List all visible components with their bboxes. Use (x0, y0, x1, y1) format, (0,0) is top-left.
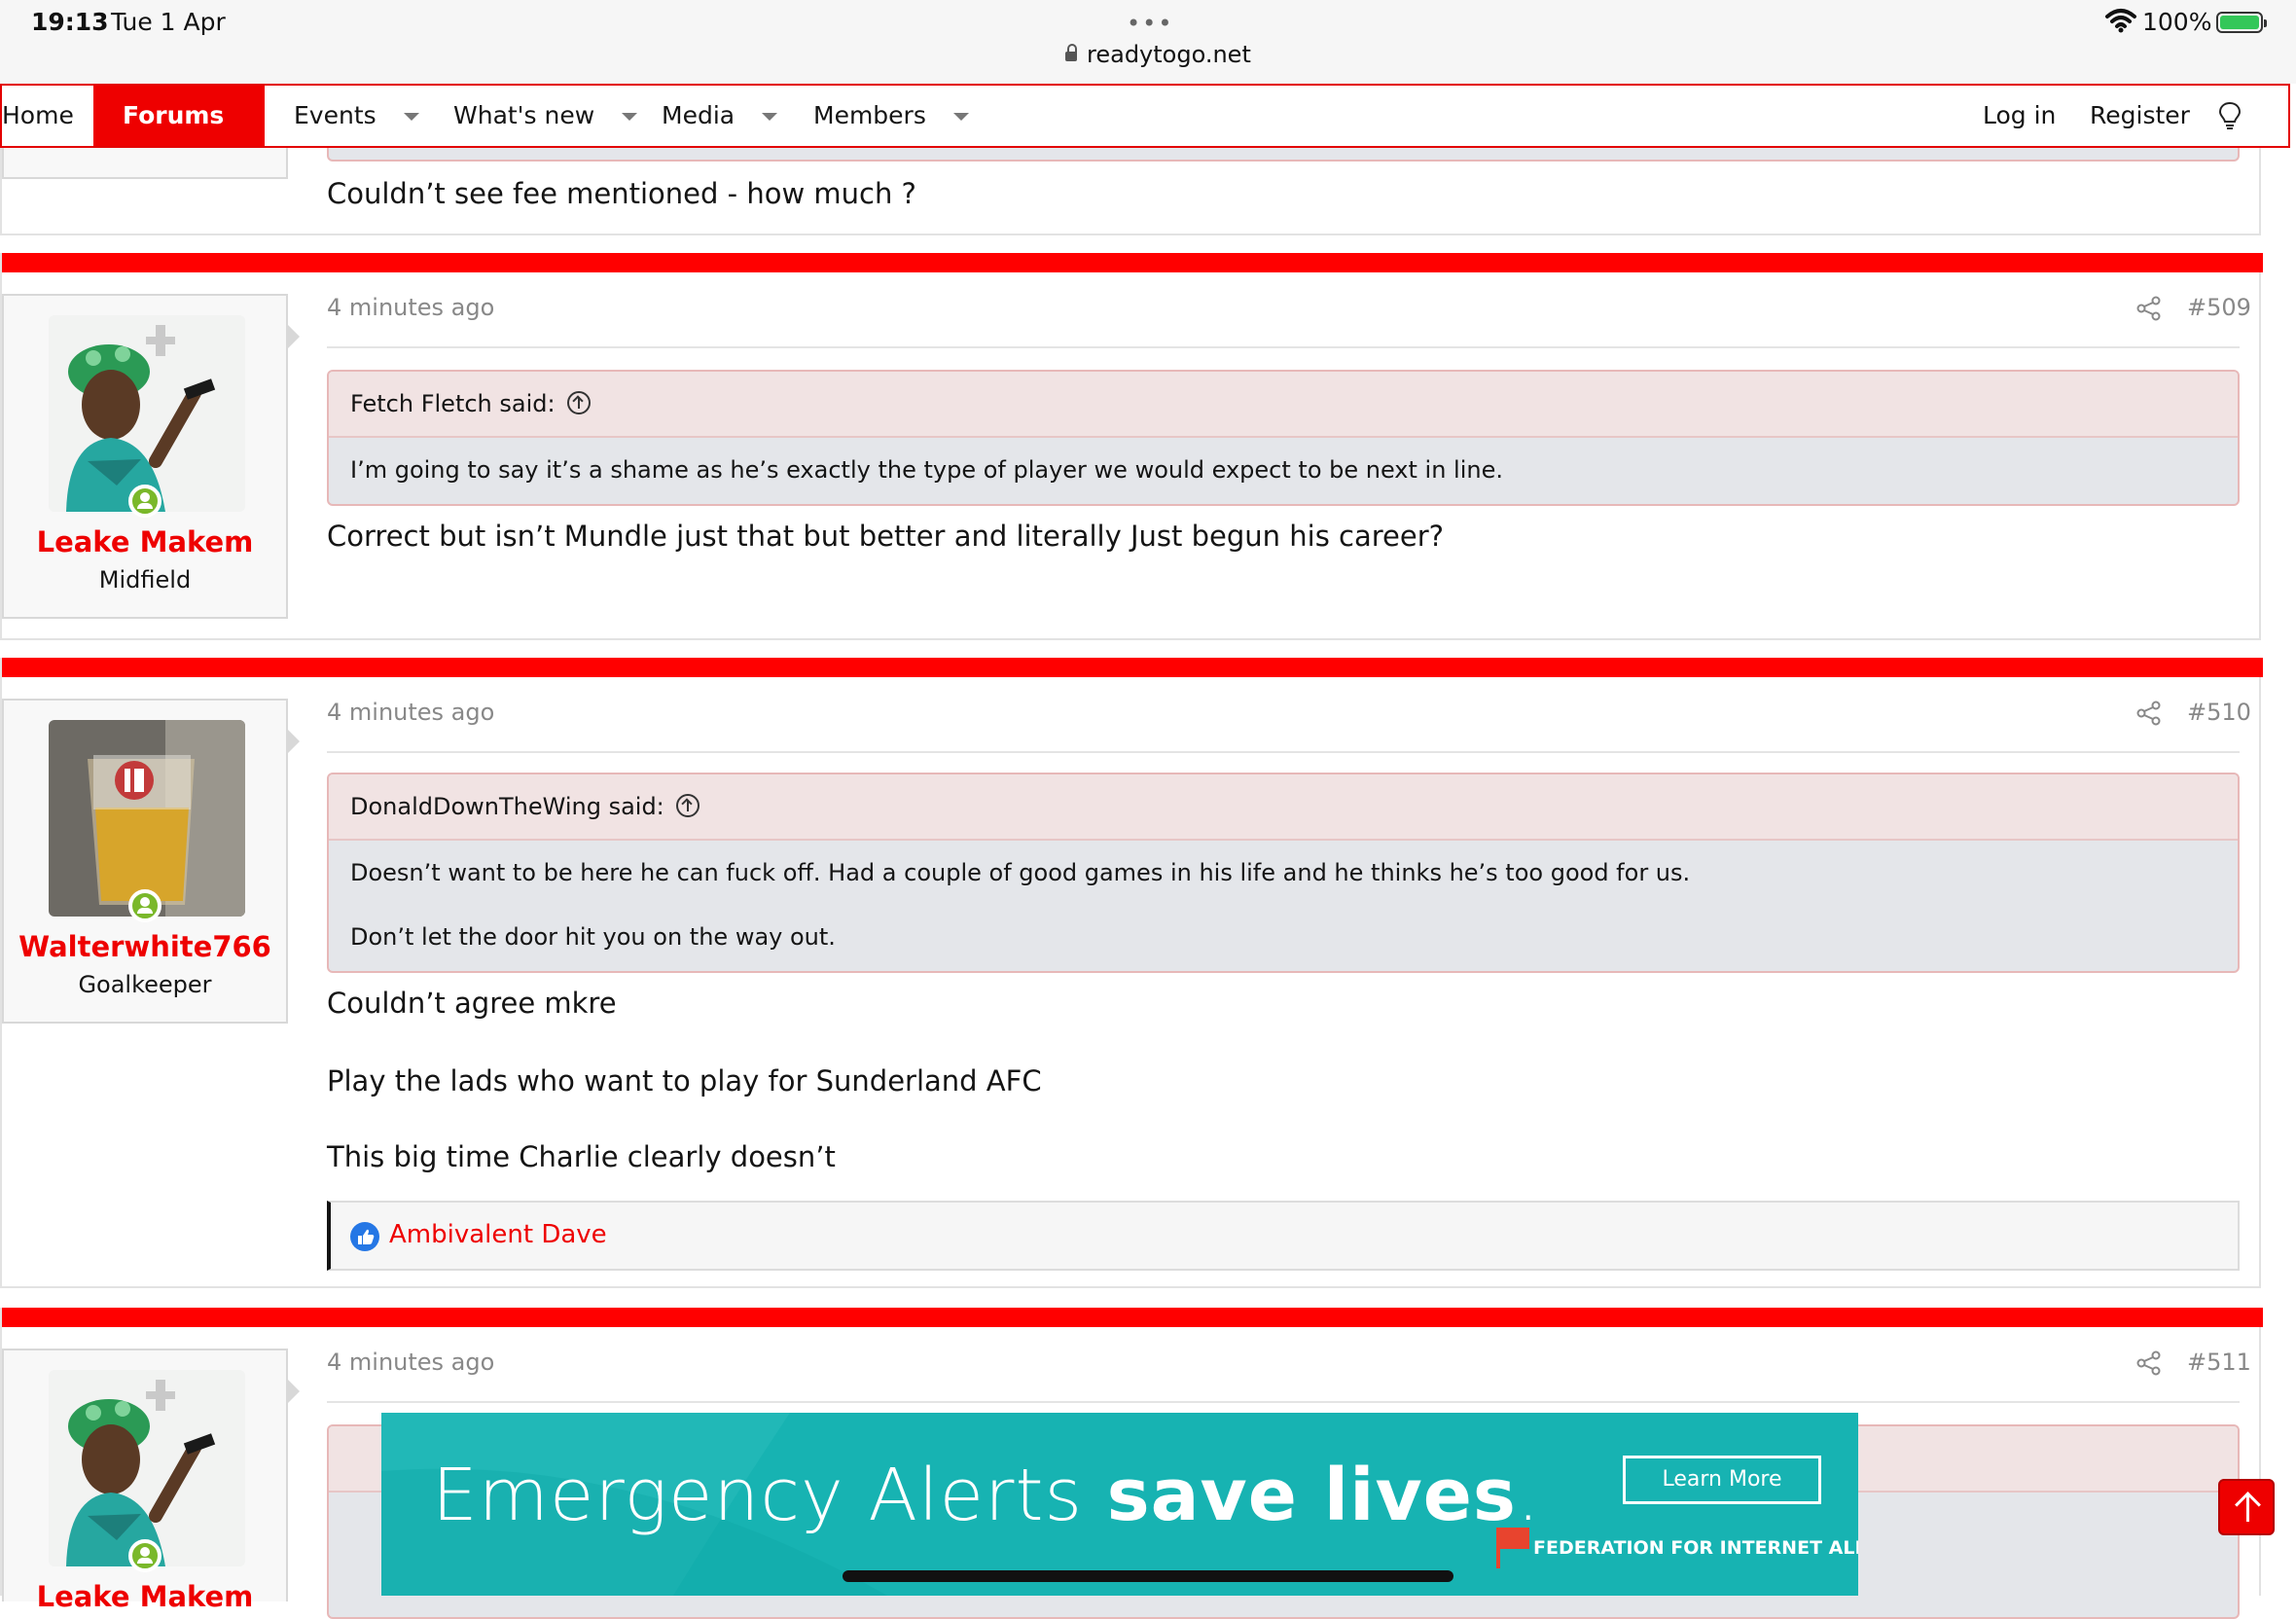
address-bar[interactable]: readytogo.net (1065, 41, 1251, 68)
nav-whats-new[interactable]: What's new (453, 86, 638, 146)
post-message-line: Couldn’t agree mkre (327, 987, 617, 1020)
avatar[interactable] (49, 1370, 245, 1566)
avatar[interactable] (49, 720, 245, 917)
post-509: Leake Makem Midfield 4 minutes ago #509 … (0, 253, 2263, 640)
nav-events-label: Events (294, 101, 377, 129)
post-header-bar (2, 1308, 2263, 1327)
nav-media[interactable]: Media (662, 86, 778, 146)
divider (327, 346, 2240, 348)
post-header-bar (2, 658, 2263, 677)
quote-header[interactable]: DonaldDownTheWing said: (329, 774, 2238, 841)
ad-headline-bold: save lives (1106, 1454, 1517, 1537)
nav-media-label: Media (662, 101, 735, 129)
share-icon[interactable] (2136, 1350, 2162, 1376)
post-timestamp[interactable]: 4 minutes ago (327, 699, 494, 726)
ad-headline-light: Emergency Alerts (432, 1454, 1107, 1537)
online-status-icon (128, 1539, 161, 1572)
chevron-down-icon[interactable] (622, 113, 638, 121)
main-navigation: Home Forums Events What's new Media Memb… (0, 84, 2290, 181)
user-cell (2, 148, 288, 179)
post-timestamp[interactable]: 4 minutes ago (327, 1349, 494, 1376)
nav-forums[interactable]: Forums (93, 86, 265, 181)
quote-author: DonaldDownTheWing said: (350, 793, 664, 820)
quote-block (327, 148, 2240, 162)
ad-headline: Emergency Alerts save lives. (432, 1454, 1540, 1537)
online-status-icon (128, 889, 161, 922)
advertisement-banner[interactable]: Emergency Alerts save lives. Learn More … (381, 1413, 1858, 1596)
battery-percentage: 100% (2142, 8, 2212, 36)
chevron-down-icon[interactable] (952, 113, 969, 121)
wifi-icon (2105, 9, 2136, 33)
online-status-icon (128, 485, 161, 518)
divider (327, 751, 2240, 753)
post-number[interactable]: #509 (2187, 294, 2251, 321)
status-bar: 19:13 Tue 1 Apr ••• readytogo.net 100% (0, 0, 2296, 84)
nav-whats-new-label: What's new (453, 101, 595, 129)
quote-block: Fetch Fletch said: I’m going to say it’s… (327, 370, 2240, 506)
reaction-user-link[interactable]: Ambivalent Dave (389, 1220, 607, 1249)
share-icon[interactable] (2136, 701, 2162, 726)
post-message-line: This big time Charlie clearly doesn’t (327, 1140, 836, 1173)
quote-body: Doesn’t want to be here he can fuck off.… (329, 841, 2238, 969)
user-cell: Walterwhite766 Goalkeeper (2, 699, 300, 1024)
nav-home[interactable]: Home (2, 86, 74, 146)
post-header-bar (2, 253, 2263, 272)
post-message: Correct but isn’t Mundle just that but b… (327, 520, 1445, 553)
clock: 19:13 (31, 8, 109, 36)
nav-forums-label: Forums (123, 101, 225, 129)
post-timestamp[interactable]: 4 minutes ago (327, 294, 494, 321)
post-510: Walterwhite766 Goalkeeper 4 minutes ago … (0, 658, 2263, 1288)
user-title: Midfield (98, 566, 192, 594)
flag-icon (1496, 1528, 1529, 1568)
arrow-up-circle-icon[interactable] (675, 794, 700, 817)
username[interactable]: Walterwhite766 (4, 930, 286, 963)
quote-author: Fetch Fletch said: (350, 390, 556, 417)
home-indicator[interactable] (843, 1570, 1453, 1582)
quote-text: Doesn’t want to be here he can fuck off.… (350, 859, 1691, 886)
scroll-to-top-button[interactable] (2218, 1479, 2275, 1535)
post-number[interactable]: #511 (2187, 1349, 2251, 1376)
url-text: readytogo.net (1087, 41, 1251, 68)
quote-text: Don’t let the door hit you on the way ou… (350, 923, 836, 951)
register-link[interactable]: Register (2090, 86, 2190, 146)
avatar[interactable] (49, 315, 245, 512)
login-link[interactable]: Log in (1983, 86, 2056, 146)
quote-block: DonaldDownTheWing said: Doesn’t want to … (327, 773, 2240, 973)
share-icon[interactable] (2136, 296, 2162, 321)
username[interactable]: Leake Makem (4, 525, 286, 558)
learn-more-button[interactable]: Learn More (1623, 1456, 1821, 1504)
nav-members-label: Members (813, 101, 926, 129)
battery-icon (2216, 12, 2267, 33)
post-message: Couldn’t see fee mentioned - how much ? (327, 177, 916, 210)
quote-text: I’m going to say it’s a shame as he’s ex… (350, 456, 1503, 484)
divider (327, 1401, 2240, 1403)
user-cell: Leake Makem Midfield (2, 294, 300, 619)
post-partial-previous: Couldn’t see fee mentioned - how much ? (0, 148, 2261, 235)
user-title: Goalkeeper (78, 971, 212, 998)
nav-members[interactable]: Members (813, 86, 969, 146)
lock-icon (1065, 44, 1077, 61)
post-message-line: Play the lads who want to play for Sunde… (327, 1064, 1042, 1097)
quote-header[interactable]: Fetch Fletch said: (329, 372, 2238, 438)
user-cell: Leake Makem (2, 1349, 300, 1613)
post-number[interactable]: #510 (2187, 699, 2251, 726)
chevron-down-icon[interactable] (762, 113, 778, 121)
nav-home-label: Home (2, 101, 74, 129)
username[interactable]: Leake Makem (4, 1580, 286, 1613)
date: Tue 1 Apr (111, 8, 226, 36)
reactions-bar[interactable]: Ambivalent Dave (327, 1201, 2240, 1271)
arrow-up-circle-icon[interactable] (566, 391, 591, 414)
nav-events[interactable]: Events (294, 86, 419, 146)
like-icon (350, 1222, 379, 1251)
multitasking-dots-icon[interactable]: ••• (1127, 10, 1173, 37)
lightbulb-icon[interactable] (2218, 101, 2242, 130)
chevron-down-icon[interactable] (403, 113, 419, 121)
ad-organization: FEDERATION FOR INTERNET ALERTS (1533, 1537, 1858, 1559)
quote-body: I’m going to say it’s a shame as he’s ex… (329, 438, 2238, 502)
